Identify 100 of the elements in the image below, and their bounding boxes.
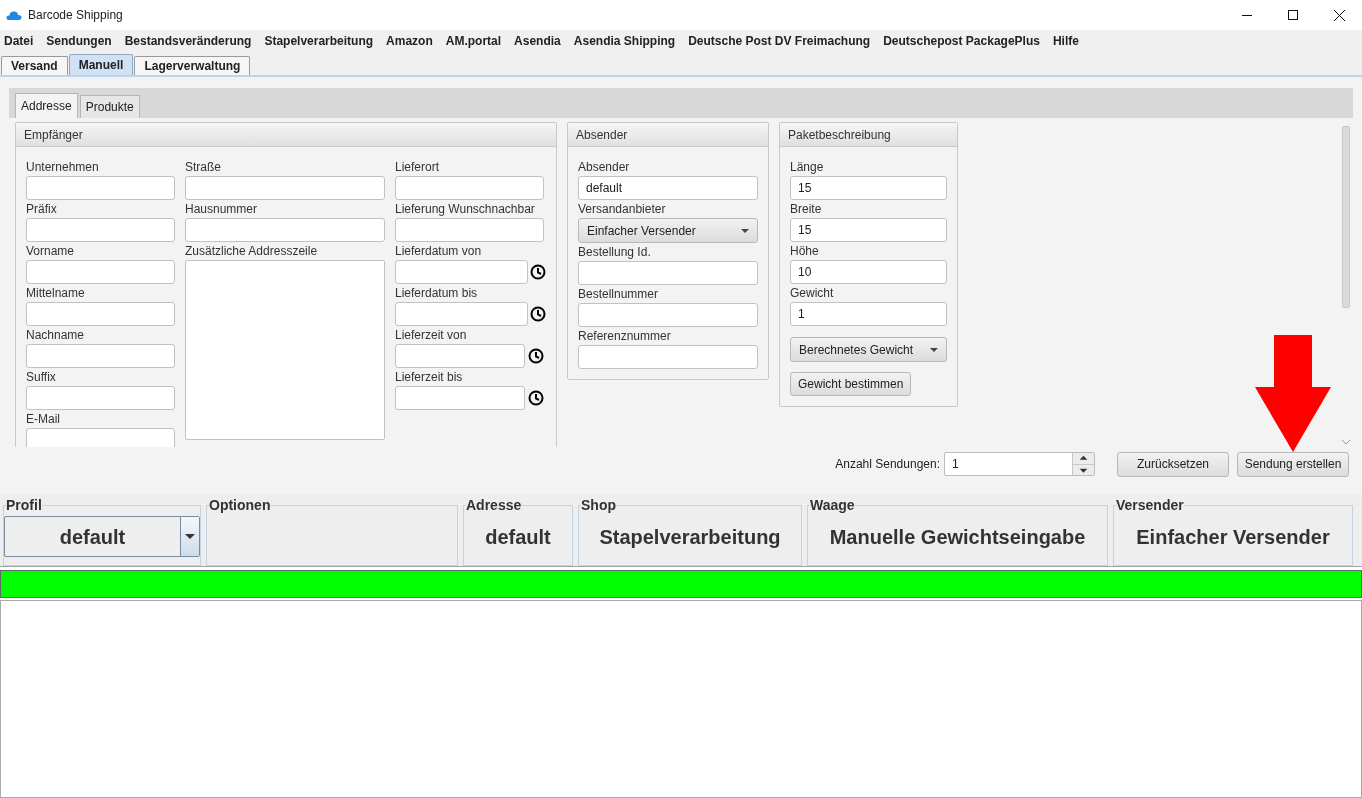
group-title: Waage xyxy=(810,496,855,515)
input-field[interactable] xyxy=(185,176,385,200)
close-icon[interactable] xyxy=(1333,9,1345,21)
field-label: Präfix xyxy=(26,201,58,218)
menu-item[interactable]: AM.portal xyxy=(445,31,502,50)
menu-item[interactable]: Sendungen xyxy=(46,31,112,50)
dropdown[interactable]: Einfacher Versender xyxy=(578,218,758,243)
spin-up-icon[interactable] xyxy=(1073,453,1094,465)
scroll-down-icon[interactable] xyxy=(1342,440,1350,445)
input-field[interactable] xyxy=(26,428,175,447)
input-field[interactable] xyxy=(578,345,758,369)
input-field[interactable] xyxy=(395,176,544,200)
input-field[interactable]: 15 xyxy=(790,218,947,242)
field-label: Bestellung Id. xyxy=(578,244,652,261)
tab[interactable]: Addresse xyxy=(15,93,78,118)
maximize-icon[interactable] xyxy=(1288,10,1298,20)
caret-icon xyxy=(185,534,195,539)
tab[interactable]: Manuell xyxy=(68,54,134,75)
textarea-field[interactable] xyxy=(185,260,385,440)
input-field[interactable] xyxy=(395,260,528,284)
menu-item[interactable]: Asendia Shipping xyxy=(573,31,676,50)
field-label: Gewicht xyxy=(790,285,835,302)
group-title: Optionen xyxy=(209,496,271,515)
field-label: Lieferzeit bis xyxy=(395,369,464,386)
status-value: Manuelle Gewichtseingabe xyxy=(828,524,1087,550)
field-label: Lieferzeit von xyxy=(395,327,468,344)
menu-item[interactable]: Asendia xyxy=(514,31,561,50)
clock-icon[interactable] xyxy=(528,348,544,364)
input-field[interactable] xyxy=(395,344,525,368)
field-label: Referenznummer xyxy=(578,328,672,345)
field-label: Zusätzliche Addresszeile xyxy=(185,243,319,260)
tab[interactable]: Lagerverwaltung xyxy=(134,56,251,75)
input-field[interactable]: 1 xyxy=(790,302,947,326)
field-label: Lieferort xyxy=(395,159,441,176)
field-label: Lieferdatum von xyxy=(395,243,483,260)
group-title: Shop xyxy=(581,496,616,515)
menu-item[interactable]: Datei xyxy=(4,31,34,50)
menu-item[interactable]: Stapelverarbeitung xyxy=(264,31,374,50)
tab[interactable]: Versand xyxy=(1,56,68,75)
window-title: Barcode Shipping xyxy=(28,7,123,24)
field-label: Lieferung Wunschnachbar xyxy=(395,201,536,218)
action-button[interactable]: Zurücksetzen xyxy=(1117,451,1229,477)
input-field[interactable]: 10 xyxy=(790,260,947,284)
panel-title: Paketbeschreibung xyxy=(780,123,957,147)
input-field[interactable] xyxy=(395,302,528,326)
input-field[interactable] xyxy=(26,302,175,326)
input-field[interactable]: 15 xyxy=(790,176,947,200)
quantity-spinner[interactable]: 1 xyxy=(944,452,1095,476)
minimize-icon[interactable] xyxy=(1242,14,1252,16)
quantity-label: Anzahl Sendungen: xyxy=(835,456,940,473)
field-label: Absender xyxy=(578,159,631,176)
status-value: Einfacher Versender xyxy=(1135,524,1331,550)
menu-item[interactable]: Hilfe xyxy=(1052,31,1079,50)
field-label: Vorname xyxy=(26,243,76,260)
input-field[interactable] xyxy=(185,218,385,242)
group-title: Profil xyxy=(6,496,42,515)
input-field[interactable] xyxy=(26,344,175,368)
caret-icon xyxy=(930,347,938,352)
clock-icon[interactable] xyxy=(530,264,546,280)
field-label: Nachname xyxy=(26,327,86,344)
input-field[interactable] xyxy=(395,386,525,410)
tab[interactable]: Produkte xyxy=(79,95,140,118)
input-field[interactable] xyxy=(395,218,544,242)
input-field[interactable] xyxy=(26,260,175,284)
panel-title: Empfänger xyxy=(16,123,556,147)
group-title: Versender xyxy=(1116,496,1184,515)
panel-title: Absender xyxy=(568,123,768,147)
field-label: Mittelname xyxy=(26,285,86,302)
field-label: Straße xyxy=(185,159,222,176)
clock-icon[interactable] xyxy=(528,390,544,406)
profile-dropdown[interactable]: default xyxy=(4,516,200,557)
status-value: default xyxy=(484,524,552,550)
cloud-icon xyxy=(6,9,22,21)
input-field[interactable] xyxy=(26,218,175,242)
group-title: Adresse xyxy=(466,496,522,515)
field-label: Unternehmen xyxy=(26,159,100,176)
menu-item[interactable]: Deutsche Post DV Freimachung xyxy=(688,31,871,50)
input-field[interactable] xyxy=(26,386,175,410)
input-field[interactable] xyxy=(578,261,758,285)
menu-item[interactable]: Deutschepost PackagePlus xyxy=(883,31,1040,50)
field-label: Lieferdatum bis xyxy=(395,285,479,302)
field-label: E-Mail xyxy=(26,411,61,428)
field-label: Hausnummer xyxy=(185,201,259,218)
menu-item[interactable]: Amazon xyxy=(386,31,433,50)
field-label: Versandanbieter xyxy=(578,201,667,218)
input-field[interactable] xyxy=(578,303,758,327)
menu-item[interactable]: Bestandsveränderung xyxy=(124,31,252,50)
caret-icon xyxy=(741,228,749,233)
field-label: Suffix xyxy=(26,369,57,386)
status-value: Stapelverarbeitung xyxy=(598,524,782,550)
field-label: Breite xyxy=(790,201,823,218)
field-label: Länge xyxy=(790,159,825,176)
input-field[interactable] xyxy=(26,176,175,200)
weigh-button[interactable]: Gewicht bestimmen xyxy=(790,372,912,396)
field-label: Höhe xyxy=(790,243,820,260)
action-button[interactable]: Sendung erstellen xyxy=(1237,451,1349,477)
field-label: Bestellnummer xyxy=(578,286,660,303)
clock-icon[interactable] xyxy=(530,306,546,322)
dropdown[interactable]: Berechnetes Gewicht xyxy=(790,337,947,362)
input-field[interactable]: default xyxy=(578,176,758,200)
